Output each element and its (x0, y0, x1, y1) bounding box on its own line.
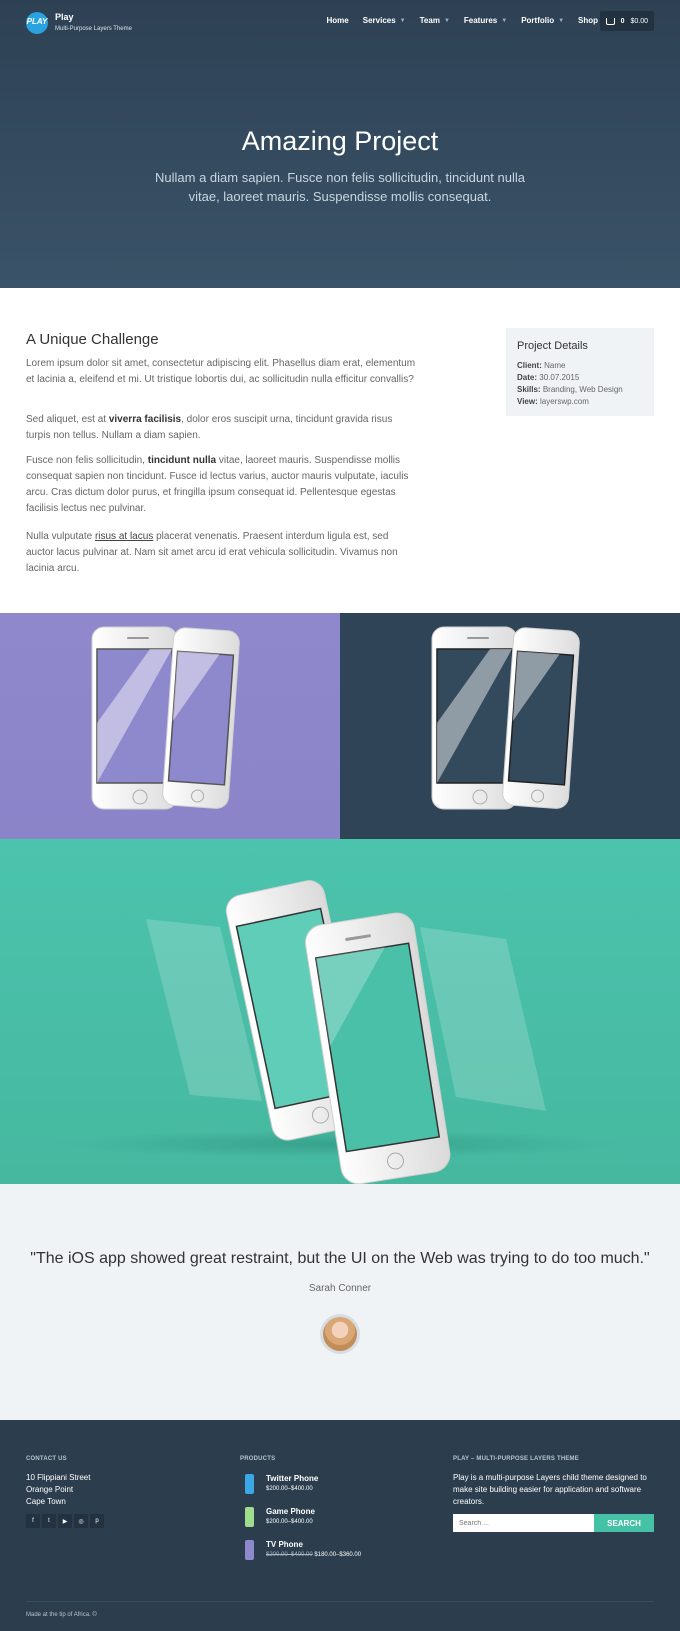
detail-view: View: layerswp.com (517, 396, 643, 408)
detail-label: Date: (517, 373, 538, 382)
product-thumbnail (245, 1474, 254, 1494)
product-price: $200.00–$400.00 (266, 1519, 313, 1525)
project-details-title: Project Details (517, 340, 588, 352)
detail-value: 30.07.2015 (539, 373, 580, 382)
nav-label: Features (463, 16, 498, 25)
paragraph-1: Lorem ipsum dolor sit amet, consectetur … (26, 358, 416, 385)
address-line: Orange Point (26, 1485, 74, 1494)
search-input[interactable] (453, 1514, 594, 1532)
sale-price: $180.00–$360.00 (314, 1552, 362, 1558)
product-price: $200.00–$400.00 $180.00–$360.00 (266, 1552, 361, 1558)
brand[interactable]: Play Multi-Purpose Layers Theme (55, 12, 132, 32)
old-price: $200.00–$400.00 (266, 1552, 313, 1558)
chevron-down-icon: ▼ (443, 17, 450, 24)
nav-label: Portfolio (521, 16, 555, 25)
avatar (320, 1314, 360, 1354)
phone-pair-right (431, 626, 580, 810)
bold-text: tincidunt nulla (147, 455, 217, 466)
avatar-image (323, 1317, 357, 1351)
address-line: Cape Town (26, 1497, 66, 1506)
cart-total: $0.00 (630, 17, 648, 25)
detail-label: Skills: (517, 385, 541, 394)
content-heading: A Unique Challenge (26, 331, 159, 348)
nav-portfolio[interactable]: Portfolio ▼ (521, 16, 564, 25)
page-title: Amazing Project (241, 126, 439, 156)
about-heading: PLAY – MULTI-PURPOSE LAYERS THEME (453, 1456, 579, 1462)
inline-link[interactable]: risus at lacus (95, 531, 153, 542)
youtube-icon[interactable]: ▶ (58, 1514, 72, 1528)
chevron-down-icon: ▼ (501, 17, 508, 24)
detail-label: View: (517, 397, 538, 406)
nav-label: Services (362, 16, 396, 25)
paragraph-2: Sed aliquet, est at viverra facilisis, d… (26, 412, 416, 444)
logo[interactable]: PLAY (26, 12, 48, 34)
green-mockup-showcase (0, 839, 680, 1184)
nav-label: Team (419, 16, 440, 25)
pinterest-icon[interactable]: p (90, 1514, 104, 1528)
product-name[interactable]: TV Phone (266, 1540, 303, 1549)
twitter-icon[interactable]: t (42, 1514, 56, 1528)
copyright-text: Made at the tip of Africa. © (26, 1612, 97, 1618)
detail-label: Client: (517, 361, 542, 370)
detail-date: Date: 30.07.2015 (517, 372, 643, 384)
floating-phones-illustration (60, 880, 620, 1184)
project-content: A Unique Challenge Lorem ipsum dolor sit… (0, 288, 680, 613)
hero-subtitle: Nullam a diam sapien. Fusce non felis so… (155, 170, 525, 204)
about-text: Play is a multi-purpose Layers child the… (453, 1473, 647, 1506)
nav-label: Shop (578, 16, 599, 25)
product-item[interactable]: Twitter Phone $200.00–$400.00 (240, 1472, 420, 1502)
phone-mockups-row (0, 613, 680, 839)
nav-services[interactable]: Services ▼ (363, 16, 406, 25)
detail-skills: Skills: Branding, Web Design (517, 384, 643, 396)
text: Sed aliquet, est at (26, 414, 109, 425)
bold-text: viverra facilisis (108, 414, 182, 425)
nav-features[interactable]: Features ▼ (464, 16, 507, 25)
hero-section: PLAY Play Multi-Purpose Layers Theme Hom… (0, 0, 680, 288)
product-thumbnail (245, 1507, 254, 1527)
nav-team[interactable]: Team ▼ (420, 16, 450, 25)
phone-pair-left (91, 626, 240, 810)
facebook-icon[interactable]: f (26, 1514, 40, 1528)
product-price: $200.00–$400.00 (266, 1486, 313, 1492)
cart-icon (605, 17, 615, 25)
testimonial-section: "The iOS app showed great restraint, but… (0, 1184, 680, 1420)
cart-count: 0 (620, 17, 625, 25)
chevron-down-icon: ▼ (399, 17, 406, 24)
products-heading: PRODUCTS (240, 1456, 276, 1462)
cart-button[interactable]: 0 $0.00 (599, 11, 654, 31)
dribbble-icon[interactable]: ◎ (74, 1514, 88, 1528)
brand-name: Play (55, 12, 74, 22)
site-footer: CONTACT US 10 Flippiani Street Orange Po… (0, 1420, 680, 1631)
text: Nulla vulputate (26, 531, 95, 542)
testimonial-author: Sarah Conner (308, 1283, 372, 1294)
nav-label: Home (326, 16, 349, 25)
search-button[interactable]: SEARCH (594, 1514, 654, 1532)
detail-value: Name (544, 361, 566, 370)
paragraph-3: Fusce non felis sollicitudin, tincidunt … (26, 453, 416, 517)
detail-client: Client: Name (517, 360, 643, 372)
contact-address: 10 Flippiani Street Orange Point Cape To… (26, 1472, 90, 1508)
social-links: f t ▶ ◎ p (26, 1514, 104, 1528)
detail-value[interactable]: layerswp.com (540, 397, 589, 406)
product-name[interactable]: Twitter Phone (266, 1474, 318, 1483)
text: Fusce non felis sollicitudin, (26, 455, 148, 466)
project-details-box: Project Details Client: Name Date: 30.07… (506, 328, 654, 416)
footer-divider (26, 1601, 654, 1602)
product-name[interactable]: Game Phone (266, 1507, 315, 1516)
paragraph-4: Nulla vulputate risus at lacus placerat … (26, 529, 416, 577)
product-item[interactable]: Game Phone $200.00–$400.00 (240, 1505, 420, 1535)
product-item[interactable]: TV Phone $200.00–$400.00 $180.00–$360.00 (240, 1538, 420, 1568)
detail-value: Branding, Web Design (542, 385, 623, 394)
chevron-down-icon: ▼ (558, 17, 565, 24)
testimonial-quote: "The iOS app showed great restraint, but… (30, 1250, 650, 1267)
product-thumbnail (245, 1540, 254, 1560)
top-navigation-bar: PLAY Play Multi-Purpose Layers Theme Hom… (0, 0, 680, 44)
phone-mockups-illustration (91, 626, 580, 810)
address-line: 10 Flippiani Street (26, 1473, 91, 1482)
nav-home[interactable]: Home (327, 16, 349, 25)
brand-tagline: Multi-Purpose Layers Theme (55, 26, 132, 32)
contact-heading: CONTACT US (26, 1456, 67, 1462)
logo-text: PLAY (26, 17, 48, 26)
main-nav: Home Services ▼ Team ▼ Features ▼ Portfolio… (327, 16, 608, 25)
